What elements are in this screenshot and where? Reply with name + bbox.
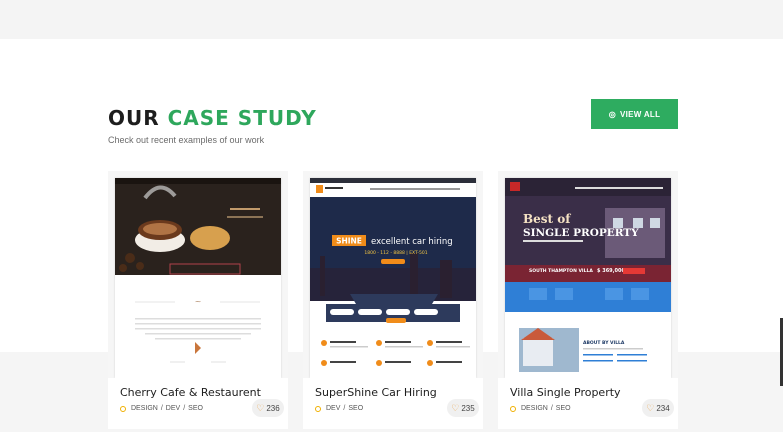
case-card-villa[interactable]: Best of SINGLE PROPERTY SOUTH THAMPTON V… [498, 171, 678, 429]
case-title[interactable]: Cherry Cafe & Restaurent [120, 386, 261, 399]
tag-separator: / [550, 405, 553, 412]
svg-text:$ 369,000: $ 369,000 [597, 268, 626, 274]
case-thumbnail[interactable]: SHINE excellent car hiring 1800 - 112 - … [310, 178, 476, 378]
view-all-button[interactable]: ◎ VIEW ALL [591, 99, 678, 129]
heart-icon: ♡ [256, 402, 265, 413]
svg-text:Best of: Best of [523, 212, 571, 226]
heading-accent: CASE STUDY [167, 106, 317, 130]
tag[interactable]: SEO [556, 405, 571, 412]
tag[interactable]: SEO [348, 405, 363, 412]
svg-text:1800 - 112 - 8888 | EXT-501: 1800 - 112 - 8888 | EXT-501 [364, 250, 427, 256]
tag-separator: / [343, 405, 346, 412]
like-count: 234 [656, 403, 670, 413]
like-button[interactable]: ♡ 234 [642, 399, 674, 417]
cafe-site-preview: ~ [115, 178, 281, 378]
case-thumbnail[interactable]: Best of SINGLE PROPERTY SOUTH THAMPTON V… [505, 178, 671, 378]
case-card-supershine[interactable]: SHINE excellent car hiring 1800 - 112 - … [303, 171, 483, 429]
view-all-label: VIEW ALL [619, 109, 661, 119]
heart-icon: ♡ [451, 402, 460, 413]
case-tags: DESIGN / DEV / SEO [120, 405, 203, 412]
case-info: Villa Single Property DESIGN / SEO ♡ 234 [498, 378, 678, 429]
like-count: 236 [266, 403, 280, 413]
villa-site-preview: Best of SINGLE PROPERTY SOUTH THAMPTON V… [505, 178, 671, 378]
case-card-cherry-cafe[interactable]: ~ Cherry Cafe & Restaurent DESIGN / DEV … [108, 171, 288, 429]
svg-text:SOUTH THAMPTON VILLA: SOUTH THAMPTON VILLA [529, 268, 593, 274]
tag-bullet-icon [315, 405, 321, 412]
case-info: SuperShine Car Hiring DEV / SEO ♡ 235 [303, 378, 483, 429]
section-heading: OUR CASE STUDY [108, 106, 317, 130]
heading-word: OUR [108, 106, 160, 130]
svg-text:SINGLE PROPERTY: SINGLE PROPERTY [523, 227, 639, 239]
case-tags: DEV / SEO [315, 405, 363, 412]
svg-text:excellent car hiring: excellent car hiring [371, 237, 453, 247]
case-info: Cherry Cafe & Restaurent DESIGN / DEV / … [108, 378, 288, 429]
like-button[interactable]: ♡ 235 [447, 399, 479, 417]
case-title[interactable]: Villa Single Property [510, 386, 621, 399]
svg-text:SHINE: SHINE [336, 237, 362, 246]
tag[interactable]: DEV [166, 405, 180, 412]
case-tags: DESIGN / SEO [510, 405, 571, 412]
eye-icon: ◎ [608, 109, 616, 119]
tag[interactable]: DESIGN [521, 405, 548, 412]
tag[interactable]: SEO [188, 405, 203, 412]
like-button[interactable]: ♡ 236 [252, 399, 284, 417]
heart-icon: ♡ [646, 402, 655, 413]
tag[interactable]: DEV [326, 405, 340, 412]
tag-separator: / [160, 405, 163, 412]
tag-bullet-icon [510, 405, 516, 412]
like-count: 235 [461, 403, 475, 413]
case-thumbnail[interactable]: ~ [115, 178, 281, 378]
svg-text:~: ~ [195, 297, 202, 306]
car-hiring-site-preview: SHINE excellent car hiring 1800 - 112 - … [310, 178, 476, 378]
tag-separator: / [183, 405, 186, 412]
top-band [0, 0, 783, 39]
tag-bullet-icon [120, 405, 126, 412]
tag[interactable]: DESIGN [131, 405, 158, 412]
section-subheading: Check out recent examples of our work [108, 135, 265, 145]
svg-text:ABOUT BY VILLA: ABOUT BY VILLA [583, 340, 625, 346]
case-title[interactable]: SuperShine Car Hiring [315, 386, 437, 399]
